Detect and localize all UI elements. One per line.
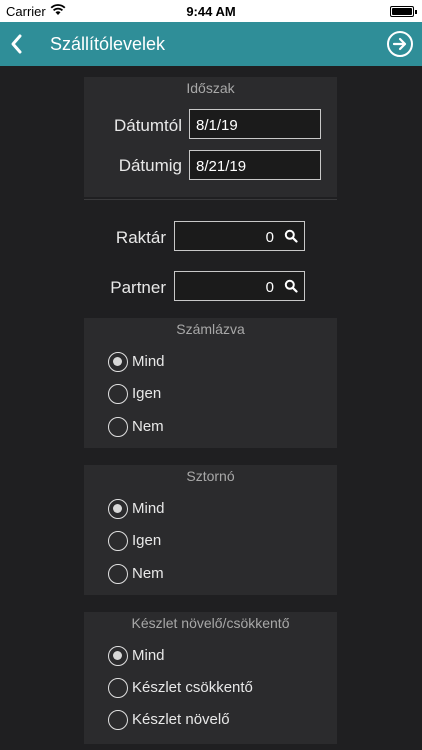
partner-field[interactable]: 0 xyxy=(174,271,305,301)
search-icon[interactable] xyxy=(284,279,298,293)
date-to-field[interactable]: 8/21/19 xyxy=(189,150,321,180)
warehouse-field[interactable]: 0 xyxy=(174,221,305,251)
radio-icon xyxy=(108,384,128,404)
storno-title: Sztornó xyxy=(186,468,235,484)
option-label: Nem xyxy=(132,418,164,435)
search-icon[interactable] xyxy=(284,229,298,243)
option-label: Igen xyxy=(132,385,162,402)
period-title: Időszak xyxy=(186,80,235,96)
divider xyxy=(84,199,337,200)
radio-icon xyxy=(108,531,128,551)
radio-icon xyxy=(108,710,128,730)
clock: 9:44 AM xyxy=(186,4,236,19)
option-label: Mind xyxy=(132,353,165,370)
battery-icon xyxy=(390,6,417,17)
option-label: Készlet növelő xyxy=(132,711,230,728)
date-from-field[interactable]: 8/1/19 xyxy=(189,109,321,139)
option-label: Mind xyxy=(132,500,165,517)
stock-title: Készlet növelő/csökkentő xyxy=(131,615,290,631)
partner-value: 0 xyxy=(265,279,274,296)
warehouse-label: Raktár xyxy=(115,228,166,247)
radio-selected-icon xyxy=(108,499,128,519)
page-title: Szállítólevelek xyxy=(50,34,166,54)
invoiced-title: Számlázva xyxy=(176,321,245,337)
date-to-label: Dátumig xyxy=(118,156,182,175)
partner-label: Partner xyxy=(110,278,166,297)
radio-selected-icon xyxy=(108,646,128,666)
radio-selected-icon xyxy=(108,352,128,372)
date-from-label: Dátumtól xyxy=(113,116,182,135)
option-label: Mind xyxy=(132,647,165,664)
option-label: Nem xyxy=(132,565,164,582)
nav-bar: Szállítólevelek xyxy=(0,22,422,66)
radio-icon xyxy=(108,564,128,584)
radio-icon xyxy=(108,678,128,698)
back-button[interactable] xyxy=(6,30,28,58)
option-label: Készlet csökkentő xyxy=(132,679,253,696)
next-button[interactable] xyxy=(386,30,414,58)
radio-icon xyxy=(108,417,128,437)
warehouse-value: 0 xyxy=(265,229,274,246)
option-label: Igen xyxy=(132,532,162,549)
status-bar: Carrier 9:44 AM xyxy=(0,0,422,22)
